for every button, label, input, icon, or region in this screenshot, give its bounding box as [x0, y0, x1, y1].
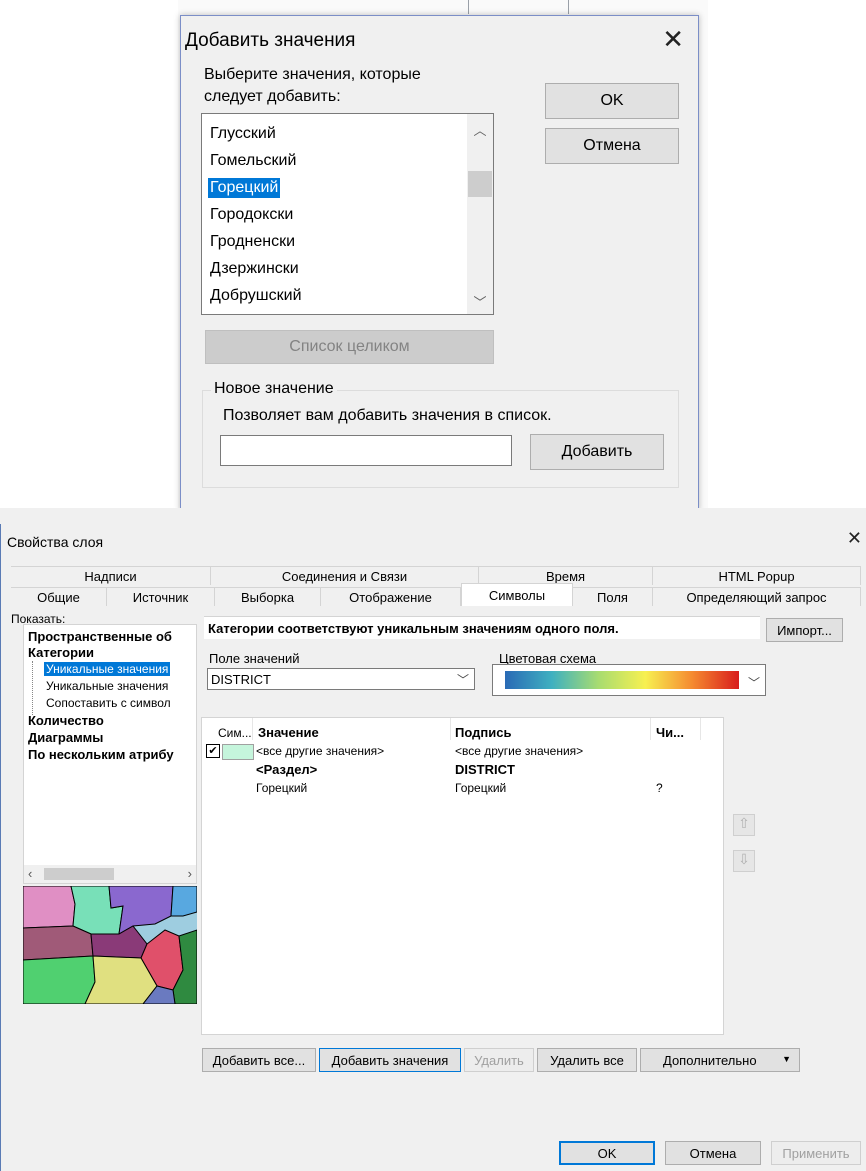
new-value-group-label: Новое значение	[211, 380, 337, 398]
list-item[interactable]: Городокски	[208, 205, 295, 225]
list-item[interactable]: Глусский	[208, 124, 278, 144]
row-value[interactable]: <Раздел>	[256, 762, 317, 777]
remove-button[interactable]: Удалить	[464, 1048, 534, 1072]
tab-general[interactable]: Общие	[11, 587, 107, 606]
tree-categories[interactable]: Категории	[28, 645, 94, 660]
column-label[interactable]: Подпись	[455, 725, 511, 740]
tree-unique-values-many[interactable]: Уникальные значения	[46, 679, 168, 693]
import-button[interactable]: Импорт...	[766, 618, 843, 642]
row-label[interactable]: Горецкий	[455, 781, 506, 795]
tree-line	[32, 661, 34, 715]
cancel-button[interactable]: Отмена	[665, 1141, 761, 1165]
dialog-title: Добавить значения	[185, 30, 356, 51]
row-checkbox[interactable]: ✔	[206, 744, 220, 758]
listbox-scrollbar[interactable]: ︿ ﹀	[467, 114, 493, 314]
tree-spatial[interactable]: Пространственные об	[28, 629, 172, 644]
tab-labels[interactable]: Надписи	[11, 566, 211, 585]
list-item[interactable]: Гомельский	[208, 151, 298, 171]
column-count[interactable]: Чи...	[656, 725, 684, 740]
column-divider	[650, 718, 651, 740]
list-item[interactable]: Добрушский	[208, 286, 304, 306]
column-divider	[700, 718, 701, 740]
close-icon[interactable]: ✕	[662, 24, 684, 54]
move-down-icon[interactable]: ⇩	[733, 850, 755, 872]
column-symbol[interactable]: Сим...	[218, 726, 252, 740]
tab-selection[interactable]: Выборка	[215, 587, 321, 606]
row-value[interactable]: <все другие значения>	[256, 744, 384, 758]
advanced-label: Дополнительно	[663, 1052, 757, 1068]
layer-properties-dialog: Свойства слоя ✕ Надписи Соединения и Свя…	[0, 524, 866, 1171]
tab-display[interactable]: Отображение	[321, 587, 461, 606]
chevron-left-icon[interactable]: ‹	[28, 866, 32, 881]
value-field-value: DISTRICT	[211, 672, 271, 687]
chevron-down-icon: ﹀	[747, 676, 760, 690]
value-field-label: Поле значений	[209, 651, 300, 666]
column-divider	[450, 718, 451, 740]
chevron-down-icon: ﹀	[456, 673, 469, 687]
list-item-selected[interactable]: Горецкий	[208, 178, 281, 198]
tab-definition-query[interactable]: Определяющий запрос	[653, 587, 861, 606]
tree-charts[interactable]: Диаграммы	[28, 730, 103, 745]
advanced-button[interactable]: Дополнительно ▼	[640, 1048, 800, 1072]
move-up-icon[interactable]: ⇧	[733, 814, 755, 836]
tree-match-symbols[interactable]: Сопоставить с символ	[46, 696, 171, 710]
value-field-select[interactable]: DISTRICT ﹀	[207, 668, 475, 690]
add-values-button[interactable]: Добавить значения	[319, 1048, 461, 1072]
show-tree: Пространственные об Категории Уникальные…	[23, 624, 197, 884]
description-text: Категории соответствуют уникальным значе…	[208, 621, 619, 636]
tab-html-popup[interactable]: HTML Popup	[653, 566, 861, 585]
chevron-down-icon[interactable]: ﹀	[467, 292, 493, 311]
new-value-group: Новое значение Позволяет вам добавить зн…	[202, 380, 679, 488]
list-item[interactable]: Дзержински	[208, 259, 301, 279]
ok-button[interactable]: OK	[545, 83, 679, 119]
color-ramp	[505, 671, 739, 689]
cancel-button[interactable]: Отмена	[545, 128, 679, 164]
description-box: Категории соответствуют уникальным значе…	[204, 616, 760, 639]
new-value-hint: Позволяет вам добавить значения в список…	[223, 407, 552, 424]
tree-quantity[interactable]: Количество	[28, 713, 104, 728]
dropdown-arrow-icon: ▼	[782, 1054, 791, 1064]
background-toolbar	[0, 508, 866, 525]
tab-fields[interactable]: Поля	[573, 587, 653, 606]
tab-source[interactable]: Источник	[107, 587, 215, 606]
prompt-line-2: следует добавить:	[204, 88, 341, 105]
add-values-dialog: Добавить значения ✕ Выберите значения, к…	[180, 15, 699, 511]
chevron-up-icon[interactable]: ︿	[467, 120, 493, 139]
column-value[interactable]: Значение	[258, 725, 319, 740]
new-value-input[interactable]	[220, 435, 512, 466]
color-scheme-select[interactable]: ﹀	[492, 664, 766, 696]
tab-symbology[interactable]: Символы	[461, 583, 573, 606]
row-count[interactable]: ?	[656, 781, 663, 795]
add-button[interactable]: Добавить	[530, 434, 664, 470]
row-label[interactable]: <все другие значения>	[455, 744, 583, 758]
column-divider	[252, 718, 253, 740]
tab-joins[interactable]: Соединения и Связи	[211, 566, 479, 585]
prompt-line-1: Выберите значения, которые	[204, 66, 421, 83]
values-listbox[interactable]: Глусский Гомельский Горецкий Городокски …	[201, 113, 494, 315]
full-list-button[interactable]: Список целиком	[205, 330, 494, 364]
ok-button[interactable]: OK	[559, 1141, 655, 1165]
scroll-thumb[interactable]	[468, 171, 492, 197]
dialog-title: Свойства слоя	[7, 534, 104, 550]
remove-all-button[interactable]: Удалить все	[537, 1048, 637, 1072]
list-item[interactable]: Гродненски	[208, 232, 297, 252]
values-table: Сим... Значение Подпись Чи... ✔ <все дру…	[201, 717, 724, 1035]
close-icon[interactable]: ✕	[847, 528, 862, 549]
preview-map	[23, 886, 197, 1004]
chevron-right-icon[interactable]: ›	[188, 866, 192, 881]
row-label[interactable]: DISTRICT	[455, 762, 515, 777]
tree-multiple-attributes[interactable]: По нескольким атрибу	[28, 747, 174, 762]
add-all-button[interactable]: Добавить все...	[202, 1048, 316, 1072]
symbol-swatch[interactable]	[222, 744, 254, 760]
apply-button[interactable]: Применить	[771, 1141, 861, 1165]
tree-unique-values[interactable]: Уникальные значения	[44, 662, 171, 676]
row-value[interactable]: Горецкий	[256, 781, 307, 795]
tree-hscrollbar[interactable]: ‹ ›	[24, 865, 196, 883]
scroll-thumb[interactable]	[44, 868, 114, 880]
